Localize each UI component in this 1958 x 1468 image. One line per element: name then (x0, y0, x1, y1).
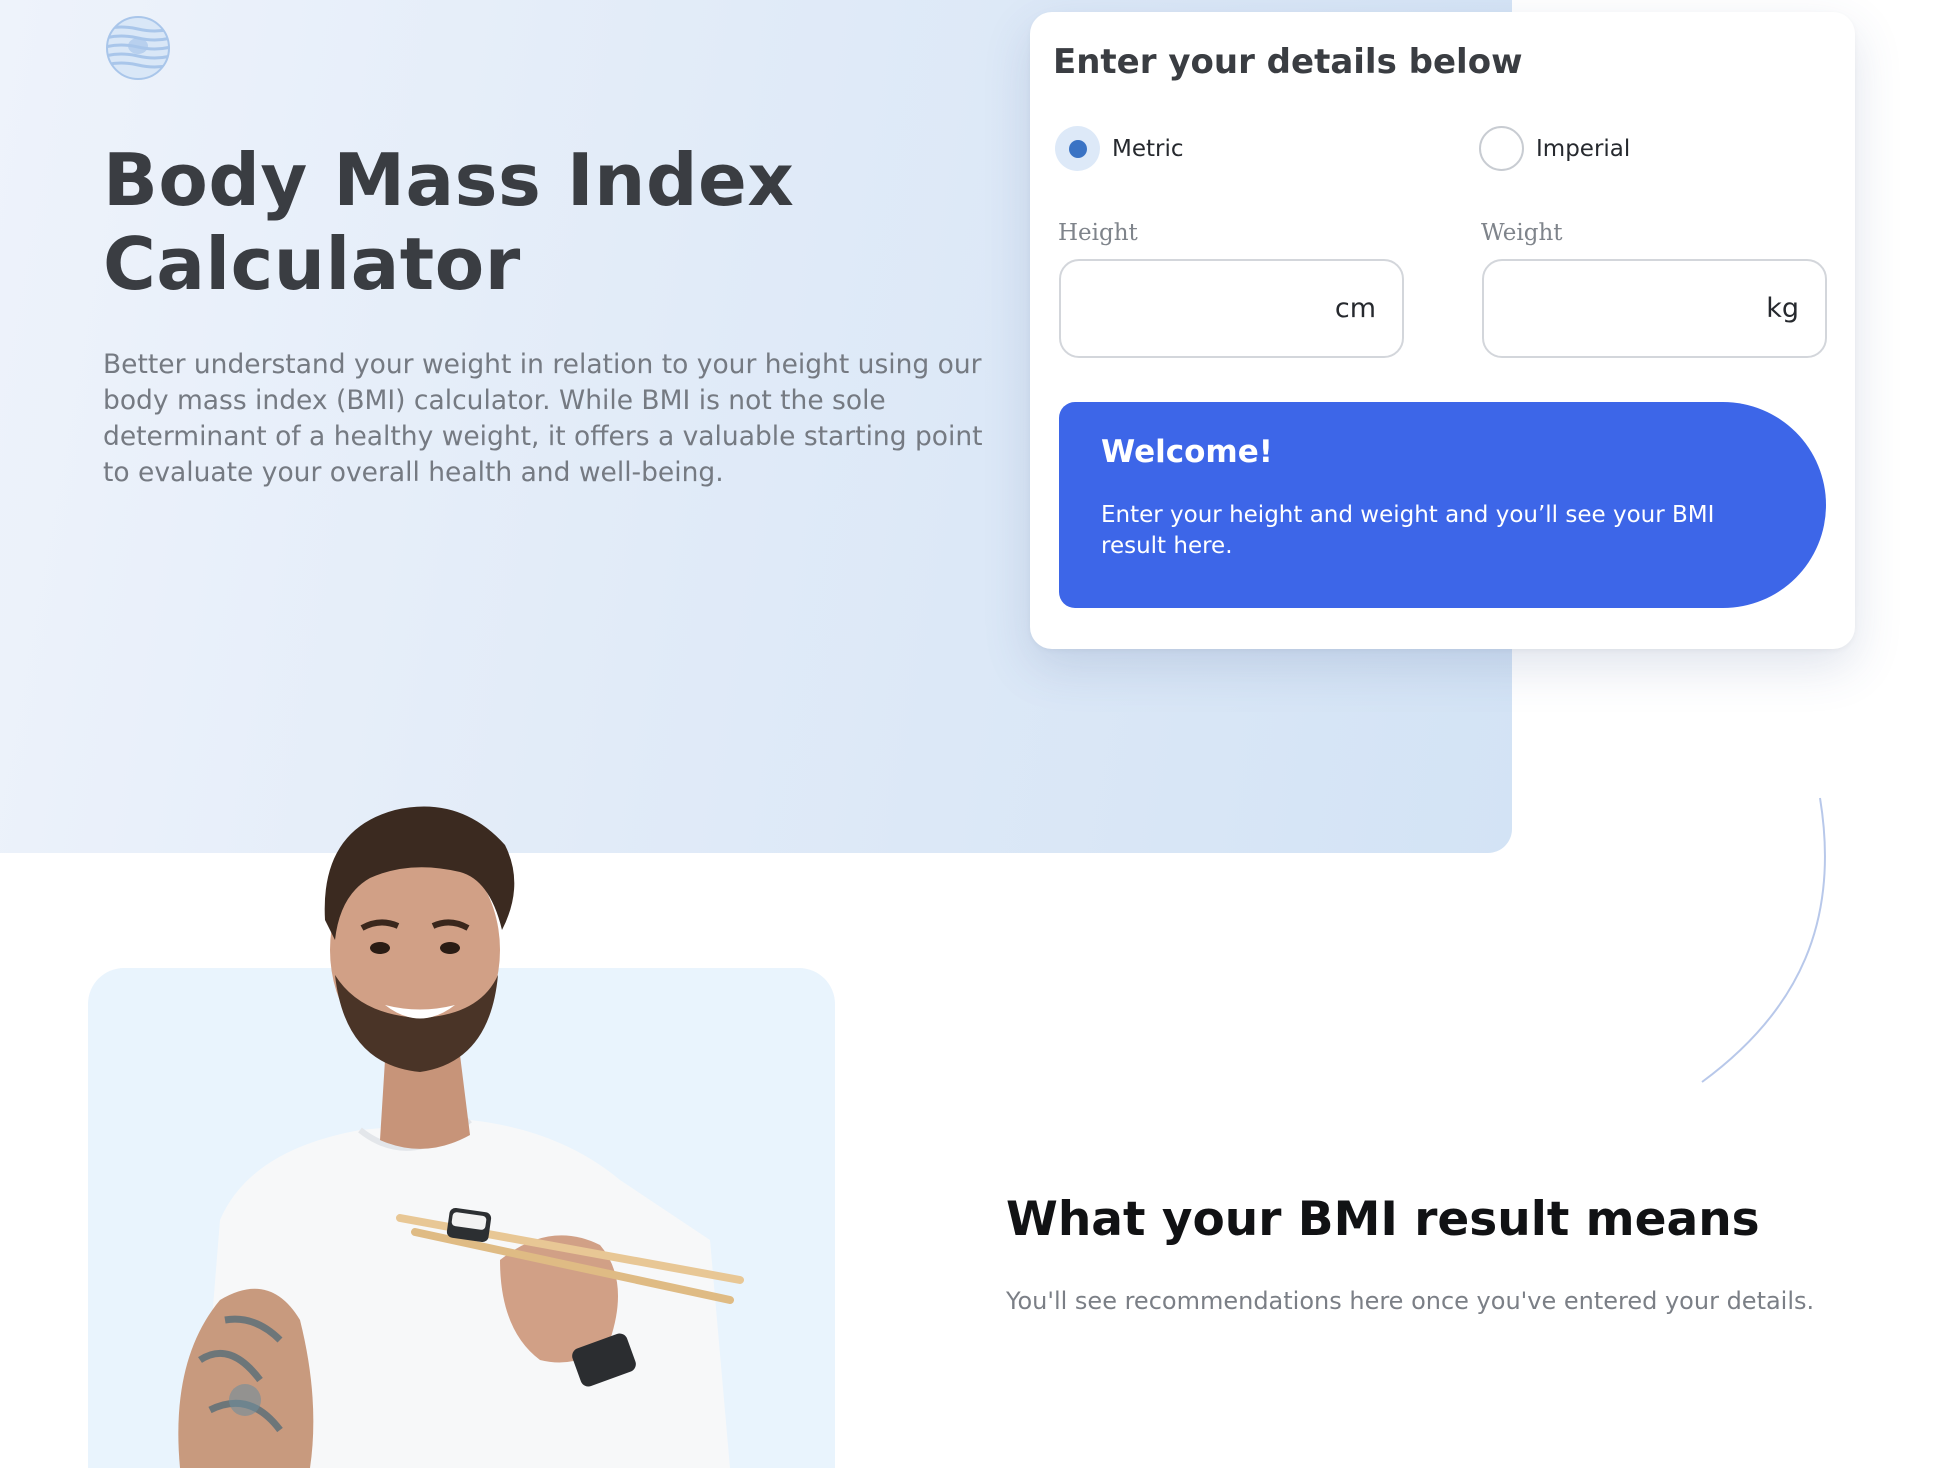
weight-label: Weight (1481, 220, 1563, 246)
person-eating-sushi-image (178, 806, 744, 1468)
height-label: Height (1058, 220, 1138, 246)
unit-option-metric[interactable]: Metric (1055, 126, 1184, 171)
form-title: Enter your details below (1053, 42, 1523, 82)
welcome-text: Enter your height and weight and you’ll … (1101, 502, 1715, 559)
hero-description: Better understand your weight in relatio… (103, 349, 983, 488)
weight-field: kg (1482, 259, 1827, 358)
page-title: Body Mass Index Calculator (103, 138, 1003, 306)
logo-icon[interactable] (105, 15, 171, 81)
page: Body Mass Index Calculator Better unders… (0, 0, 1958, 1468)
height-input[interactable] (1061, 261, 1402, 356)
imperial-radio[interactable] (1479, 126, 1524, 171)
bmi-form-card: Enter your details below Metric Imperial… (1030, 12, 1855, 649)
decorative-arc (1701, 797, 1826, 1083)
page-title-line-2: Calculator (103, 222, 521, 306)
metric-radio[interactable] (1055, 126, 1100, 171)
result-panel: Welcome! Enter your height and weight an… (1059, 402, 1826, 608)
unit-option-imperial[interactable]: Imperial (1479, 126, 1630, 171)
height-field: cm (1059, 259, 1404, 358)
metric-label: Metric (1112, 135, 1184, 162)
weight-input[interactable] (1484, 261, 1825, 356)
page-title-line-1: Body Mass Index (103, 138, 795, 222)
welcome-title: Welcome! (1101, 434, 1273, 470)
bmi-meaning-title: What your BMI result means (1006, 1192, 1760, 1247)
bmi-meaning-text: You'll see recommendations here once you… (1006, 1287, 1815, 1315)
imperial-label: Imperial (1536, 135, 1631, 162)
